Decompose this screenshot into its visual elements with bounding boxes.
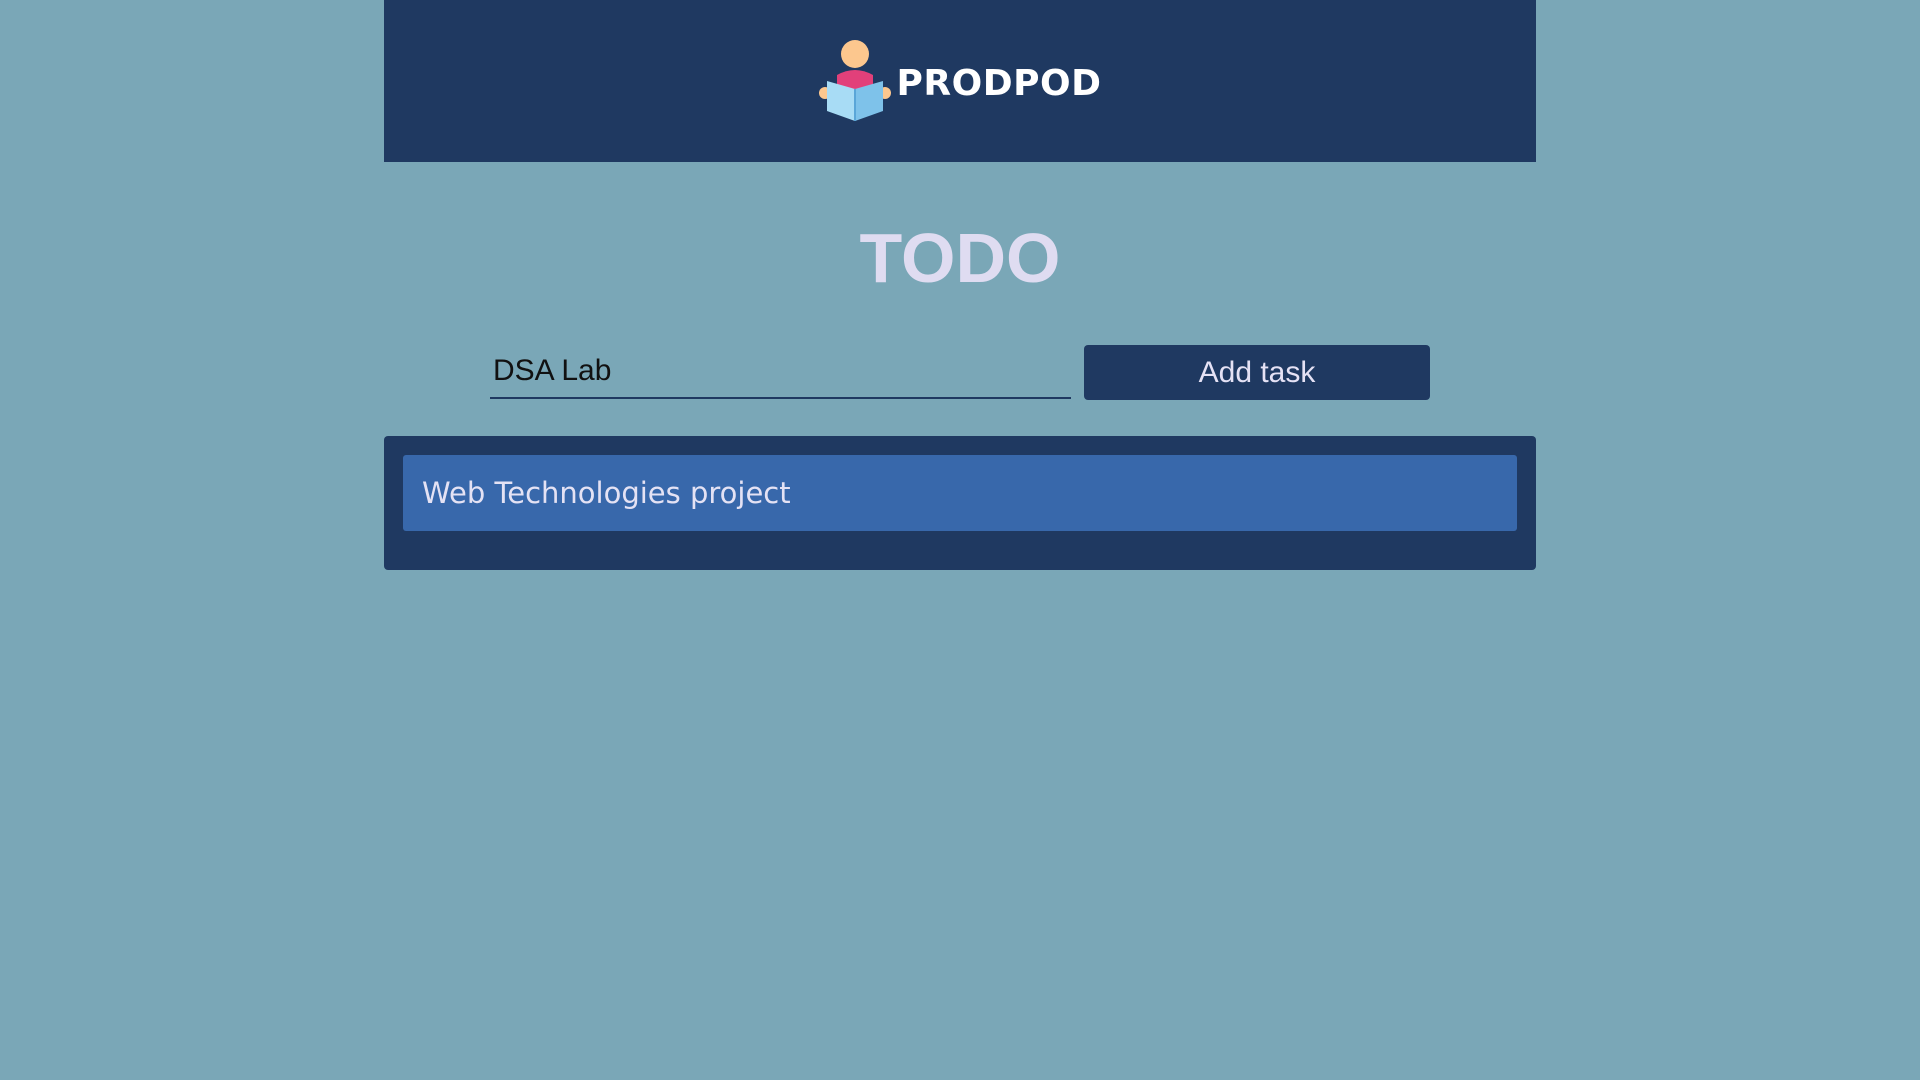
add-task-button[interactable]: Add task — [1084, 345, 1430, 400]
brand-name: PRODPOD — [896, 62, 1102, 104]
task-form: Add task — [490, 345, 1430, 402]
task-list: Web Technologies project — [384, 436, 1536, 570]
task-input[interactable] — [490, 345, 1071, 399]
task-item[interactable]: Web Technologies project — [403, 455, 1517, 531]
app-header: PRODPOD — [384, 0, 1536, 162]
task-label: Web Technologies project — [422, 476, 791, 510]
person-reading-book-icon — [818, 40, 891, 121]
brand[interactable]: PRODPOD — [818, 39, 1102, 123]
page-title: TODO — [859, 219, 1061, 297]
